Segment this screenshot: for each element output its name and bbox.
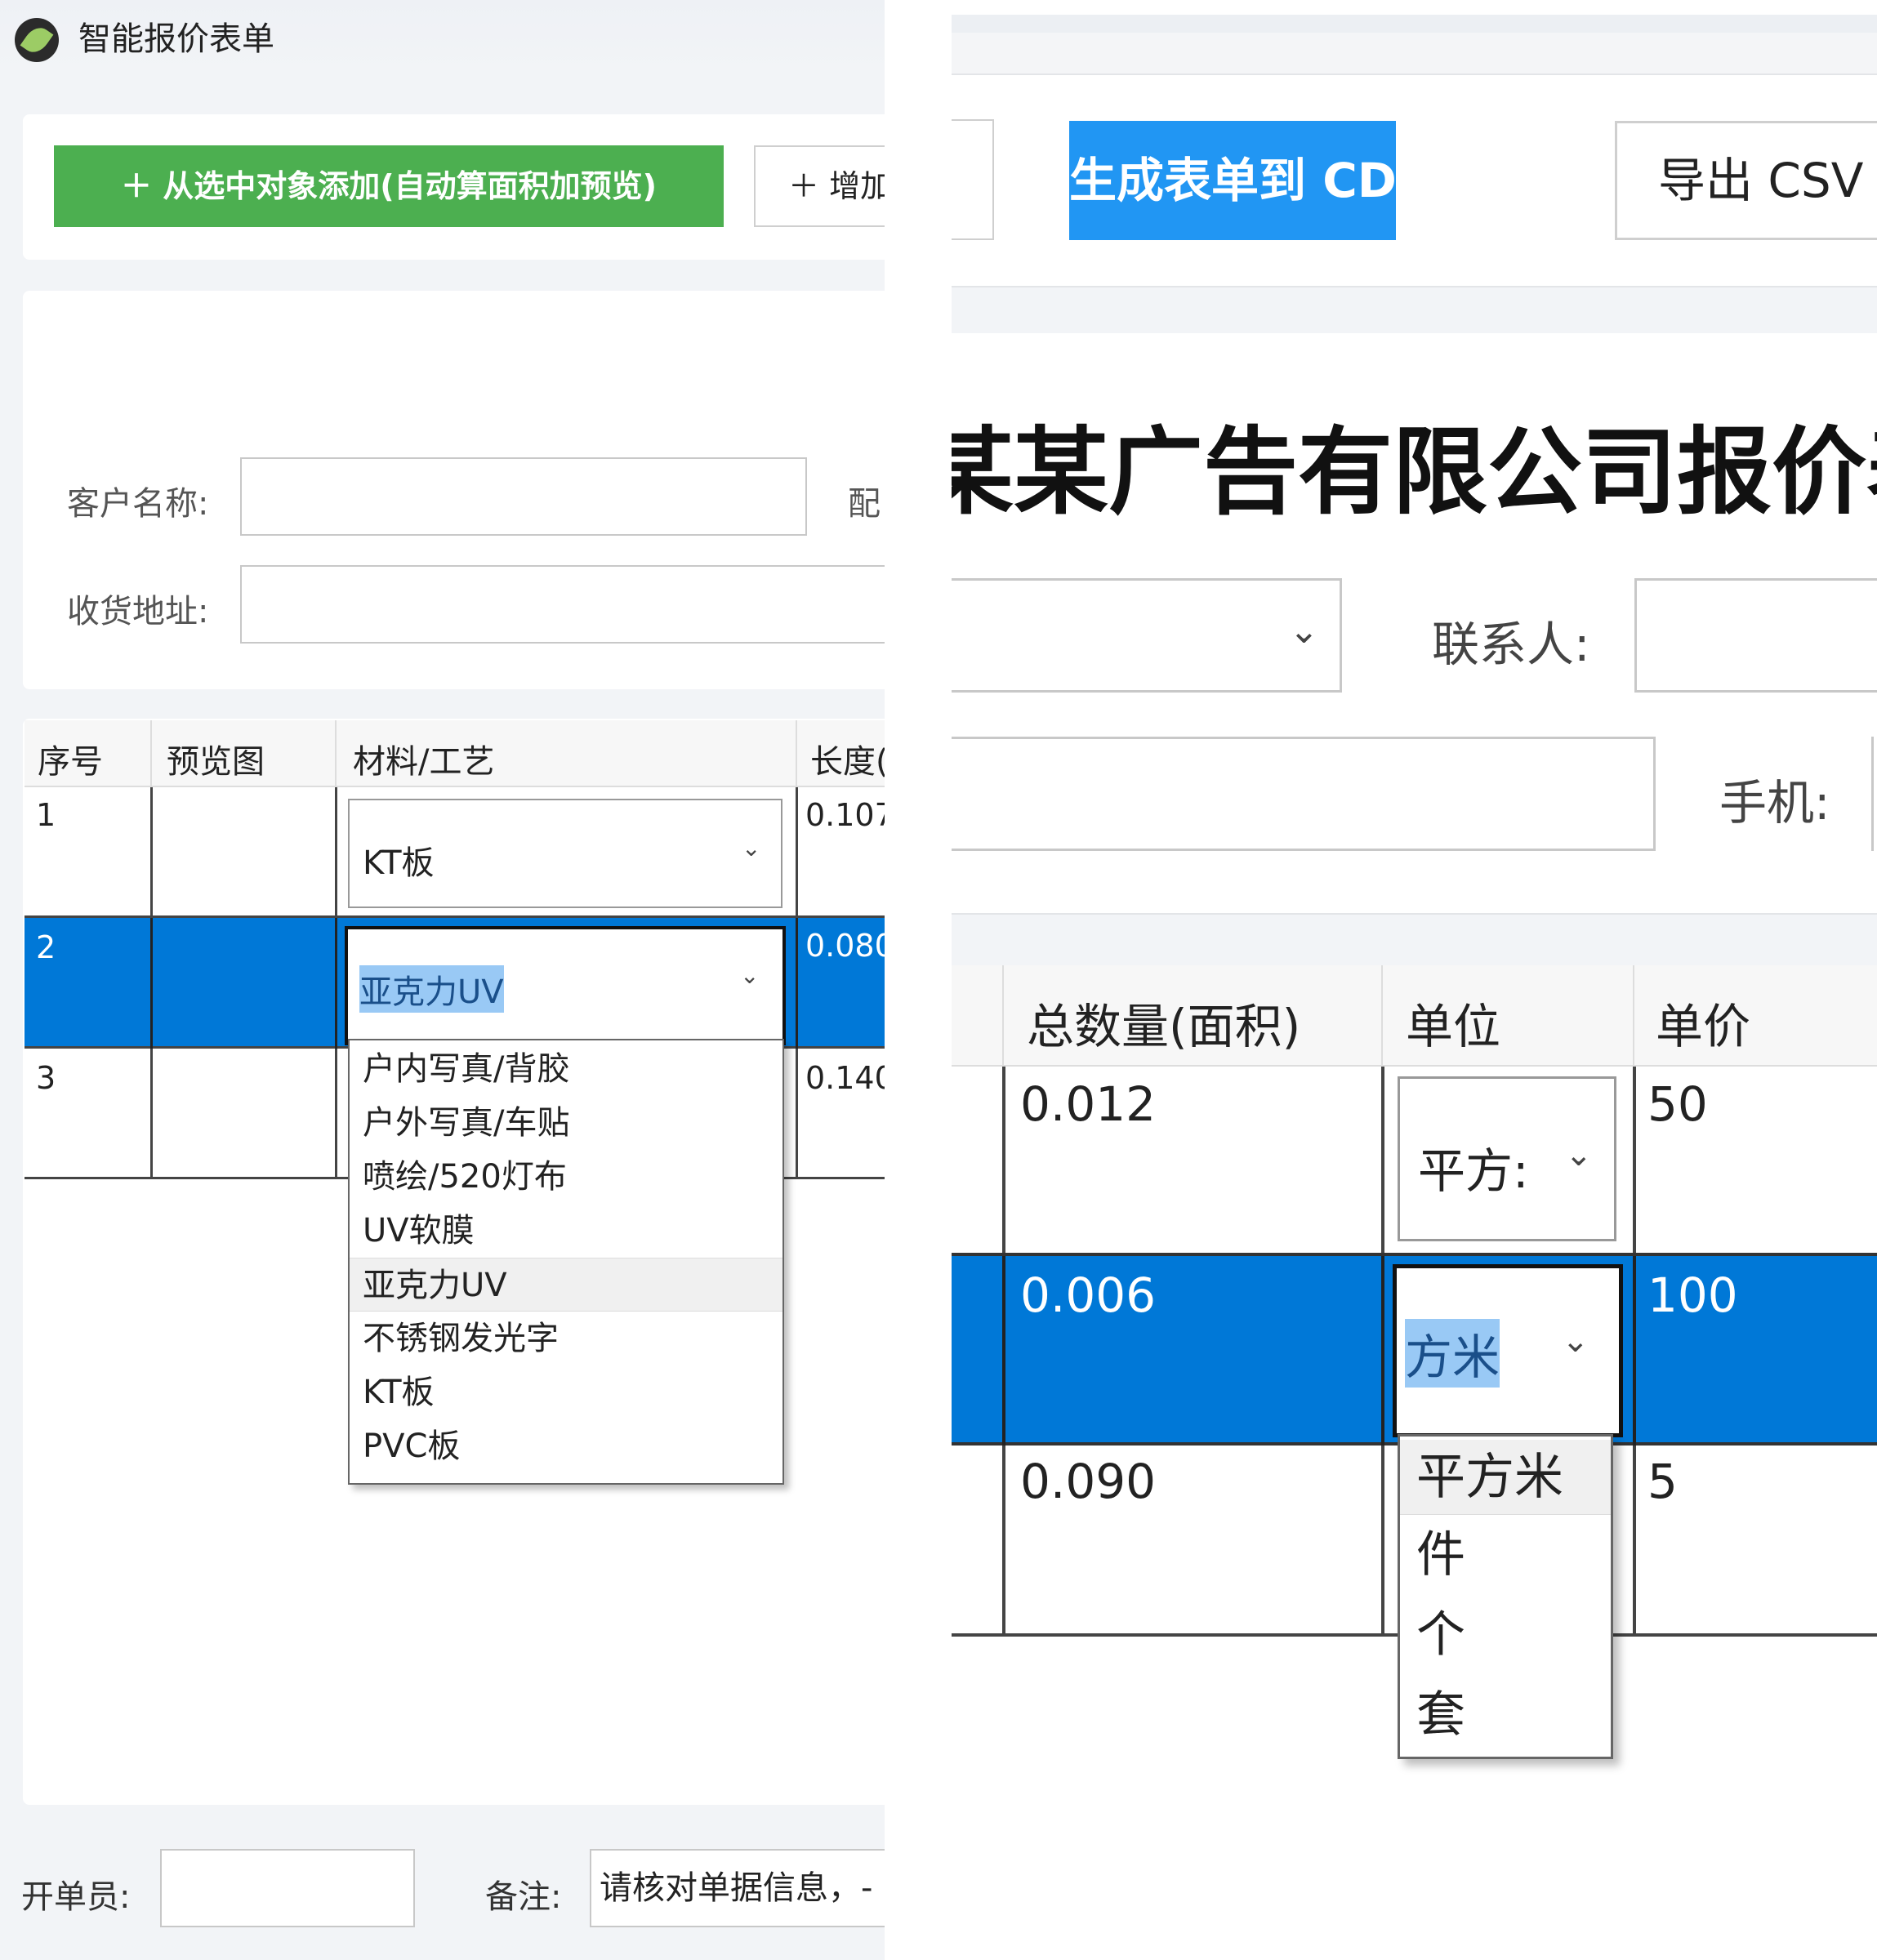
row-total: 0.090	[1020, 1454, 1157, 1509]
phone-input[interactable]	[1871, 737, 1877, 851]
operator-label: 开单员:	[21, 1878, 131, 1916]
dropdown-option[interactable]: 套	[1400, 1675, 1611, 1755]
material-select[interactable]: KT板 ⌄	[348, 799, 782, 908]
address-input-extended[interactable]	[952, 737, 1656, 851]
address-label: 收货地址:	[67, 593, 209, 630]
table-row[interactable]: 1 KT板 ⌄ 0.107	[25, 787, 885, 918]
dropdown-option[interactable]: 件	[1400, 1515, 1611, 1595]
quill-logo-icon	[15, 18, 59, 62]
clipped-button[interactable]	[952, 119, 994, 240]
section-separator	[952, 913, 1877, 965]
dropdown-option[interactable]: 喷绘/520灯布	[350, 1150, 782, 1204]
toolbar-card: ＋ 从选中对象添加(自动算面积加预览) ＋ 增加	[23, 114, 885, 260]
header-length: 长度(	[810, 743, 885, 781]
dropdown-option[interactable]: UV软膜	[350, 1204, 782, 1258]
dropdown-option-highlighted[interactable]: 平方米	[1400, 1440, 1611, 1515]
address-input[interactable]	[240, 565, 885, 644]
table-row[interactable]: 0.012 平方: ⌄ 50	[952, 1067, 1877, 1253]
row-length: 0.080	[805, 928, 885, 964]
customer-name-input[interactable]	[240, 457, 807, 536]
unit-select[interactable]: 平方: ⌄	[1398, 1076, 1616, 1241]
right-screenshot-panel: 生成表单到 CDR 导出 CSV 某某广告有限公司报价表 ⌄ 联系人: 手机: …	[952, 0, 1877, 1960]
delivery-label: 配	[848, 485, 881, 523]
table-header: 总数量(面积) 单位 单价	[952, 965, 1877, 1067]
table-row-selected[interactable]: 2 亚克力UV ⌄ 0.080	[25, 918, 885, 1049]
contact-label: 联系人:	[1432, 617, 1590, 672]
generate-cdr-button[interactable]: 生成表单到 CDR	[1069, 121, 1396, 240]
company-title: 某某广告有限公司报价表	[952, 417, 1877, 528]
window-title: 智能报价表单	[78, 20, 274, 58]
table-header: 序号 预览图 材料/工艺 长度(	[25, 720, 885, 787]
header-total: 总数量(面积)	[1027, 999, 1301, 1054]
chevron-down-icon: ⌄	[740, 962, 760, 989]
dropdown-option[interactable]: 不锈钢发光字	[350, 1312, 782, 1365]
material-dropdown-list: 户内写真/背胶 户外写真/车贴 喷绘/520灯布 UV软膜 亚克力UV 不锈钢发…	[348, 1039, 784, 1485]
add-row-button[interactable]: ＋ 增加	[754, 145, 885, 227]
row-length: 0.140	[805, 1060, 885, 1096]
dropdown-option[interactable]: 户内写真/背胶	[350, 1042, 782, 1096]
material-select-open[interactable]: 亚克力UV ⌄	[345, 926, 786, 1045]
material-select-value: KT板	[363, 844, 435, 882]
remark-label: 备注:	[485, 1878, 562, 1916]
dropdown-option[interactable]: PVC板	[350, 1419, 782, 1473]
row-price: 100	[1647, 1267, 1738, 1323]
chevron-down-icon: ⌄	[742, 835, 761, 862]
title-bar-strip	[952, 33, 1877, 75]
row-price: 5	[1647, 1454, 1678, 1509]
unit-select-value: 方米	[1405, 1319, 1500, 1388]
export-csv-button[interactable]: 导出 CSV	[1615, 121, 1877, 240]
table-row-selected[interactable]: 0.006 方米 ⌄ 100	[952, 1253, 1877, 1449]
header-material: 材料/工艺	[353, 743, 495, 781]
row-price: 50	[1647, 1076, 1708, 1132]
unit-dropdown-list: 平方米 件 个 套	[1398, 1434, 1613, 1759]
header-unit: 单位	[1406, 999, 1501, 1054]
dropdown-option[interactable]: 个	[1400, 1595, 1611, 1675]
material-select-value: 亚克力UV	[359, 965, 504, 1013]
phone-label: 手机:	[1719, 775, 1830, 831]
header-index: 序号	[38, 743, 103, 781]
row-total: 0.012	[1020, 1076, 1157, 1132]
row-total: 0.006	[1020, 1267, 1157, 1323]
chevron-down-icon: ⌄	[1562, 1322, 1589, 1360]
dropdown-option-highlighted[interactable]: 亚克力UV	[350, 1258, 782, 1312]
section-separator	[952, 286, 1877, 333]
chevron-down-icon: ⌄	[1565, 1136, 1593, 1174]
header-preview: 预览图	[167, 743, 265, 781]
customer-name-label: 客户名称:	[67, 485, 209, 523]
dropdown-option[interactable]: KT板	[350, 1365, 782, 1419]
delivery-select[interactable]: ⌄	[952, 578, 1342, 693]
operator-input[interactable]	[160, 1849, 415, 1927]
dropdown-option[interactable]: 户外写真/车贴	[350, 1096, 782, 1150]
customer-info-card: 客户名称: 配 收货地址:	[23, 291, 885, 689]
left-screenshot-panel: 智能报价表单 ＋ 从选中对象添加(自动算面积加预览) ＋ 增加 客户名称: 配 …	[0, 0, 885, 1960]
header-price: 单价	[1656, 999, 1751, 1054]
remark-input[interactable]: 请核对单据信息，-	[590, 1849, 885, 1927]
contact-input[interactable]	[1634, 578, 1877, 693]
row-index: 3	[36, 1060, 56, 1096]
unit-select-value: 平方:	[1418, 1143, 1529, 1199]
row-index: 1	[36, 797, 56, 833]
row-index: 2	[36, 929, 56, 965]
title-bar-strip	[952, 15, 1877, 33]
unit-select-open[interactable]: 方米 ⌄	[1393, 1264, 1623, 1437]
row-length: 0.107	[805, 797, 885, 833]
title-bar: 智能报价表单	[0, 0, 885, 74]
add-from-selection-button[interactable]: ＋ 从选中对象添加(自动算面积加预览)	[54, 145, 724, 227]
chevron-down-icon: ⌄	[1289, 610, 1319, 652]
